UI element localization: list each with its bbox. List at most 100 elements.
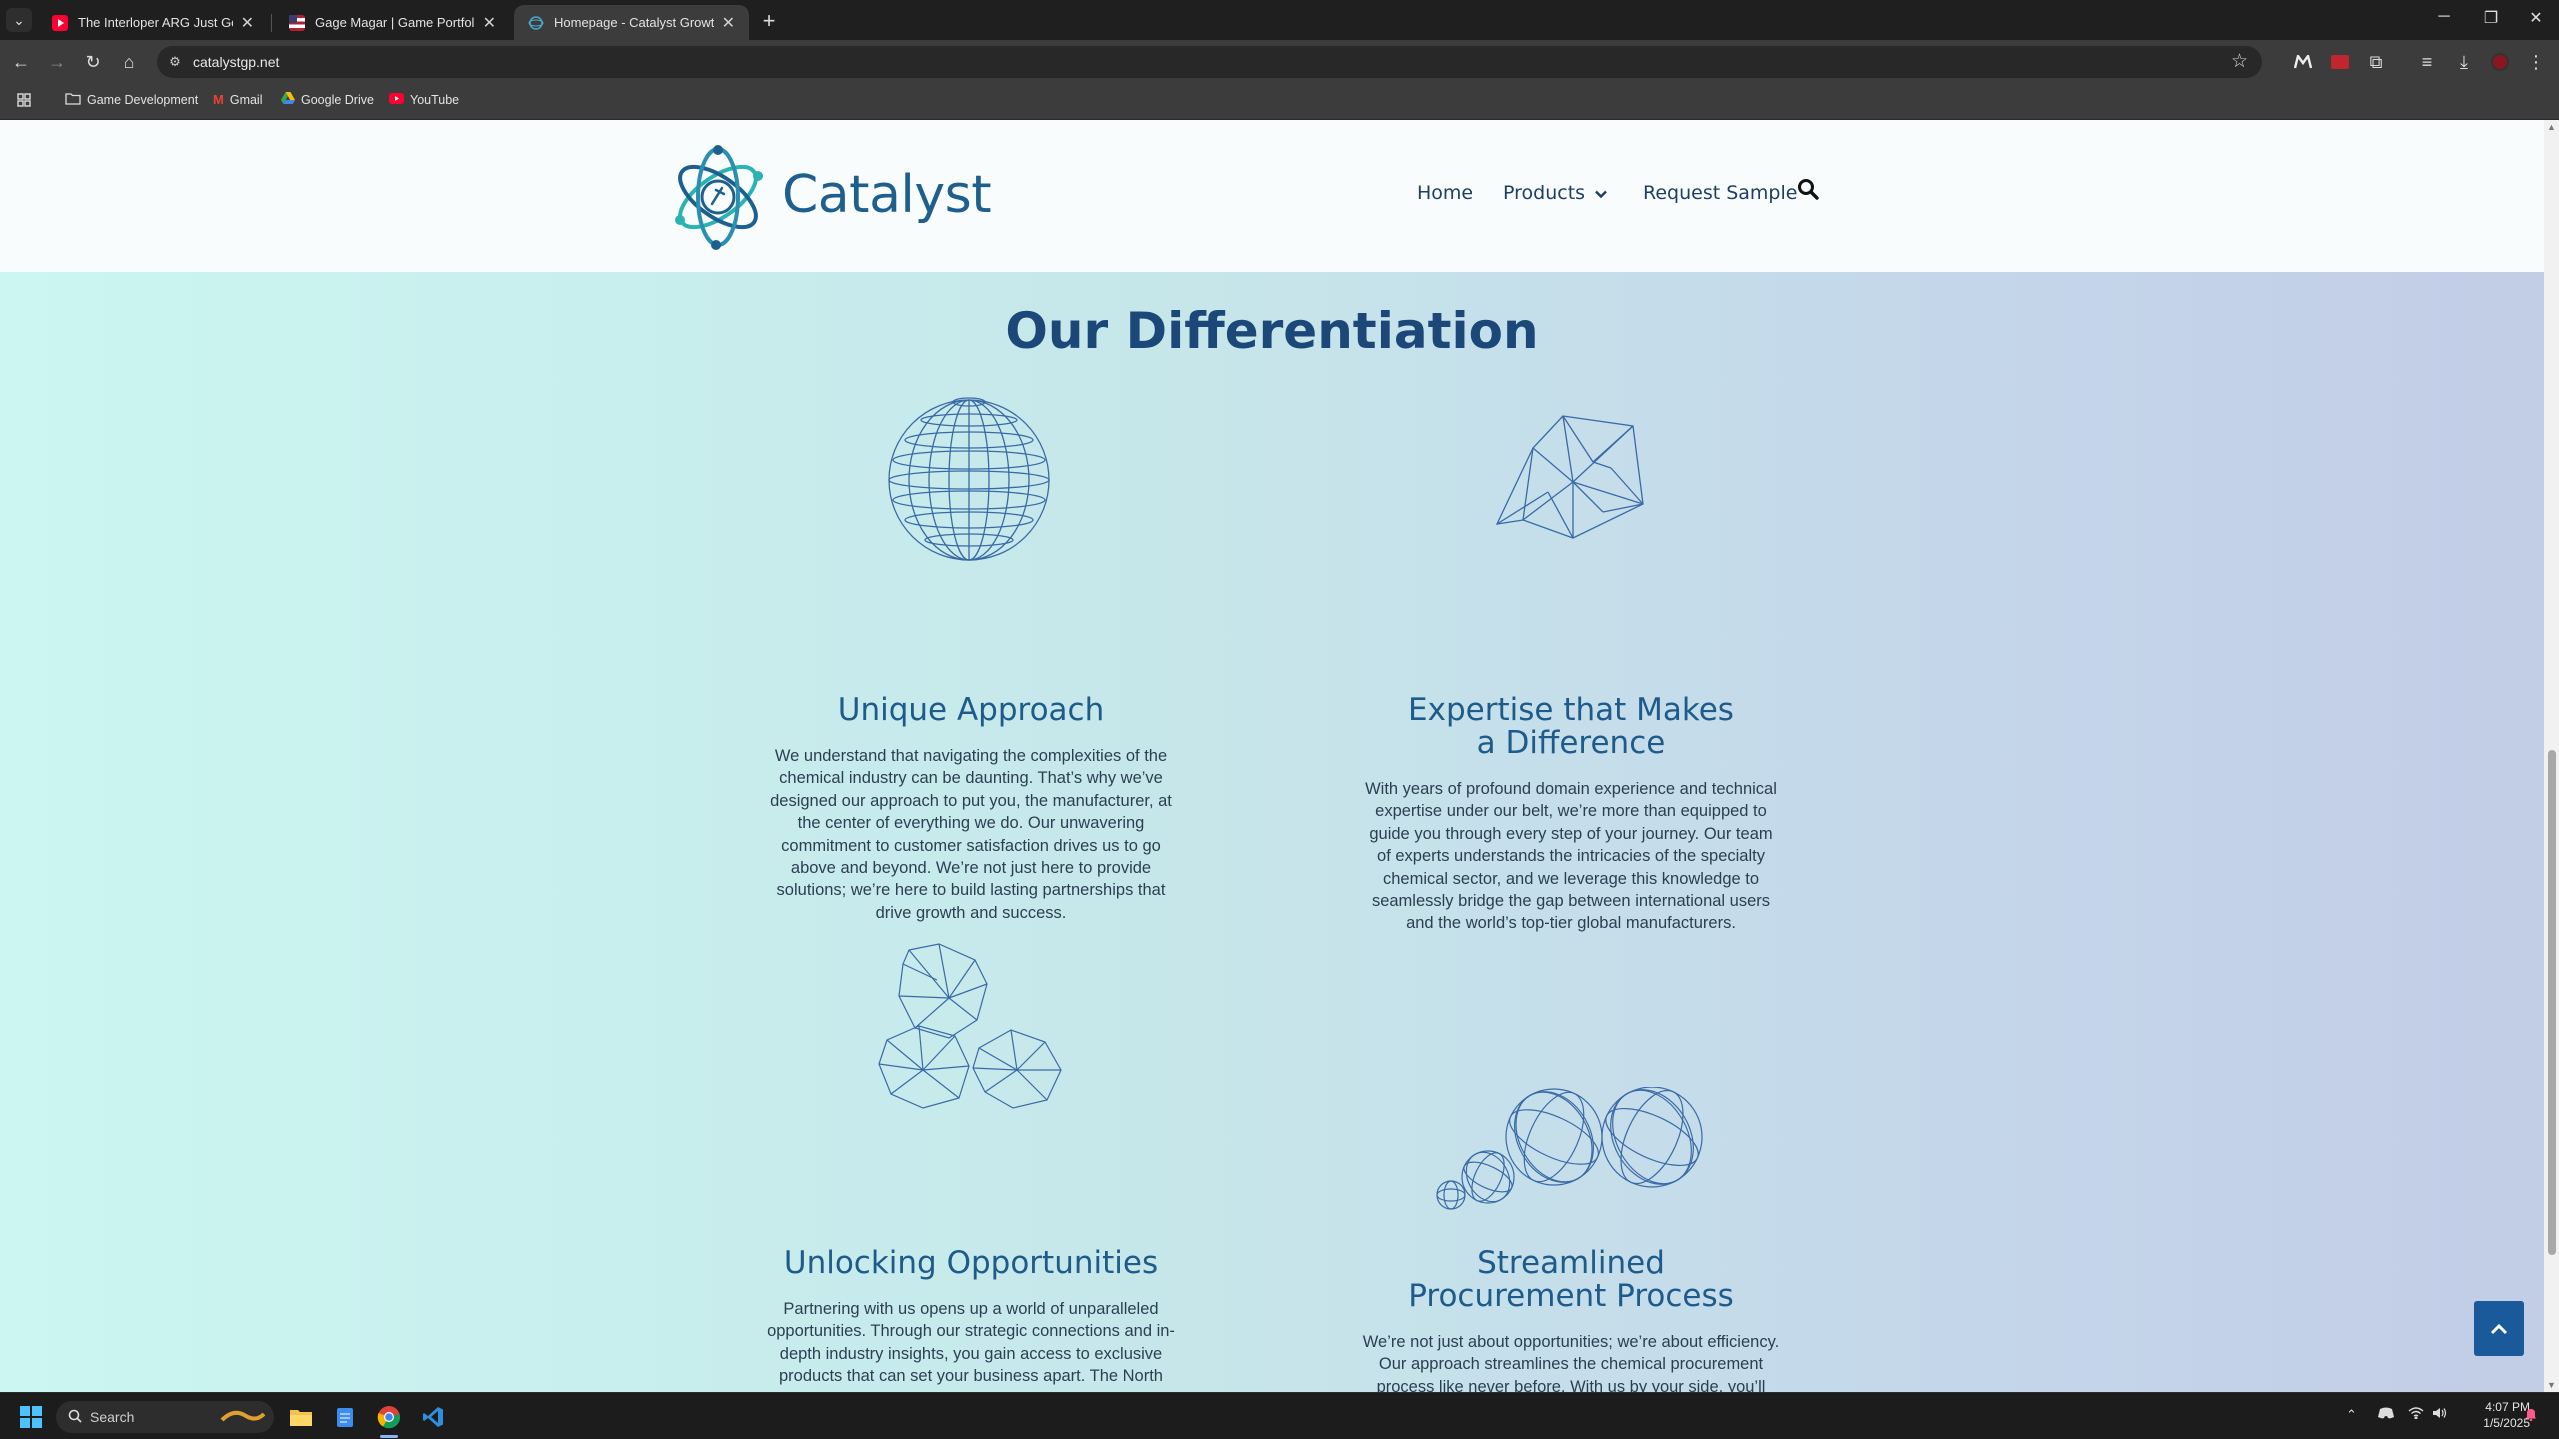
section-title: Our Differentiation [1005, 302, 1539, 360]
wifi-icon[interactable] [2408, 1407, 2424, 1422]
nav-products[interactable]: Products [1503, 182, 1607, 204]
chevron-up-icon[interactable]: ⌃ [2346, 1407, 2357, 1423]
search-highlight-icon [220, 1406, 266, 1429]
minimize-icon[interactable]: ─ [2429, 8, 2459, 26]
bookmark-star-icon[interactable]: ☆ [2231, 50, 2248, 73]
search-icon [68, 1409, 82, 1426]
bookmark-game-development[interactable]: Game Development [65, 92, 198, 108]
feature-unlocking-opportunities: Unlocking Opportunities Partnering with … [761, 1245, 1181, 1393]
apps-grid-icon[interactable] [16, 92, 32, 108]
extension-m-icon[interactable] [2290, 49, 2316, 75]
tab-title: Homepage - Catalyst Growth P [554, 15, 714, 30]
feature-body: Partnering with us opens up a world of u… [767, 1300, 1175, 1392]
feature-body: We understand that navigating the comple… [770, 747, 1172, 922]
page-scrollbar[interactable]: ▲ ▼ [2544, 120, 2559, 1392]
feature-title: Streamlined Procurement Process [1408, 1245, 1734, 1314]
youtube-icon [389, 92, 404, 107]
bookmark-label: Gmail [229, 92, 263, 107]
media-control-icon[interactable]: ≡ [2414, 49, 2440, 75]
feature-body: With years of profound domain experience… [1365, 780, 1777, 933]
menu-kebab-icon[interactable]: ⋮ [2523, 49, 2549, 75]
feature-unique-approach: Unique Approach We understand that navig… [761, 694, 1181, 924]
feature-expertise: Expertise that Makes a Difference With y… [1361, 694, 1781, 935]
back-icon[interactable]: ← [8, 49, 34, 75]
clock-date: 1/5/2025 [2483, 1416, 2530, 1430]
extension-red-icon[interactable] [2327, 49, 2353, 75]
bookmark-gmail[interactable]: M Gmail [213, 92, 263, 107]
reload-icon[interactable]: ↻ [80, 49, 106, 75]
notification-bell-icon[interactable] [2524, 1407, 2538, 1424]
tab-interloper[interactable]: The Interloper ARG Just Got Mo ✕ [38, 5, 268, 40]
tab-separator [271, 14, 272, 32]
close-window-icon[interactable]: ✕ [2521, 8, 2551, 28]
tab-search-button[interactable]: ⌄ [6, 8, 32, 32]
home-icon[interactable]: ⌂ [116, 49, 142, 75]
download-icon[interactable]: ⤓ [2451, 49, 2477, 75]
discord-icon[interactable] [2378, 1407, 2394, 1422]
browser-tab-bar: ⌄ The Interloper ARG Just Got Mo ✕ Gage … [0, 0, 2559, 40]
scrollbar-thumb[interactable] [2548, 750, 2556, 1255]
active-app-indicator [380, 1435, 398, 1438]
tab-title: The Interloper ARG Just Got Mo [78, 15, 233, 30]
windows-taskbar: Search ⌃ 4:07 PM 1/5/2025 [0, 1392, 2559, 1439]
bookmark-youtube[interactable]: YouTube [389, 92, 459, 107]
scroll-down-arrow[interactable]: ▼ [2544, 1380, 2559, 1390]
tab-gage-portfolio[interactable]: Gage Magar | Game Portfolio ✕ [275, 5, 510, 40]
tab-title: Gage Magar | Game Portfolio [315, 15, 475, 30]
catalyst-logo-icon[interactable] [670, 142, 770, 252]
wireframe-polyhedron-icon [1493, 412, 1648, 547]
folder-icon [65, 92, 81, 108]
flag-icon [289, 14, 305, 31]
wireframe-spheres-icon [1436, 1086, 1706, 1216]
back-to-top-button[interactable] [2474, 1301, 2524, 1356]
nav-home[interactable]: Home [1417, 182, 1473, 204]
bookmark-label: Google Drive [301, 92, 374, 107]
differentiation-section: Our Differentiation Unique Approach We u… [0, 272, 2544, 1392]
url-text: catalystgp.net [193, 54, 280, 70]
nav-request-sample[interactable]: Request Sample [1643, 182, 1797, 204]
site-header: Catalyst Home Products Request Sample [0, 120, 2544, 272]
youtube-icon [52, 14, 68, 31]
close-icon[interactable]: ✕ [241, 13, 254, 33]
vscode-icon[interactable] [418, 1402, 448, 1432]
clock-time: 4:07 PM [2485, 1400, 2530, 1414]
taskbar-search[interactable]: Search [56, 1401, 274, 1433]
file-explorer-icon[interactable] [286, 1402, 316, 1432]
browser-toolbar: ← → ↻ ⌂ ⚙ catalystgp.net ☆ ⧉ ≡ ⤓ ⋮ [0, 40, 2559, 84]
volume-icon[interactable] [2432, 1407, 2448, 1422]
feature-title: Expertise that Makes a Difference [1408, 692, 1734, 761]
extensions-puzzle-icon[interactable]: ⧉ [2363, 49, 2389, 75]
page-viewport: Catalyst Home Products Request Sample Ou… [0, 120, 2544, 1392]
system-clock[interactable]: 4:07 PM 1/5/2025 [2460, 1399, 2530, 1431]
new-tab-button[interactable]: + [757, 8, 781, 34]
site-info-icon[interactable]: ⚙ [165, 52, 185, 72]
chrome-icon[interactable] [374, 1402, 404, 1432]
bookmark-google-drive[interactable]: Google Drive [281, 92, 374, 107]
close-icon[interactable]: ✕ [483, 13, 496, 33]
gmail-icon: M [213, 92, 224, 107]
chevron-up-icon [2490, 1323, 2508, 1334]
bookmark-label: Game Development [87, 93, 199, 107]
feature-streamlined-procurement: Streamlined Procurement Process We’re no… [1361, 1245, 1781, 1393]
feature-title: Unlocking Opportunities [783, 1245, 1159, 1281]
windows-start-icon[interactable] [16, 1402, 46, 1432]
drive-icon [281, 92, 295, 107]
bookmark-label: YouTube [410, 92, 460, 107]
wireframe-sphere-icon [886, 388, 1052, 568]
scroll-up-arrow[interactable]: ▲ [2544, 122, 2559, 132]
catalyst-icon [528, 15, 544, 31]
logo-wordmark[interactable]: Catalyst [782, 165, 992, 225]
search-icon[interactable] [1797, 178, 1821, 202]
address-bar[interactable]: ⚙ catalystgp.net ☆ [157, 46, 2262, 78]
taskbar-search-label: Search [90, 1409, 135, 1425]
bookmarks-bar: Game Development M Gmail Google Drive Yo… [0, 84, 2559, 120]
chevron-down-icon [1595, 187, 1607, 203]
forward-icon[interactable]: → [44, 49, 70, 75]
close-icon[interactable]: ✕ [722, 13, 735, 33]
tab-catalyst-homepage[interactable]: Homepage - Catalyst Growth P ✕ [514, 5, 749, 40]
feature-body: We’re not just about opportunities; we’r… [1362, 1333, 1780, 1392]
profile-avatar[interactable] [2487, 49, 2513, 75]
nav-products-label: Products [1503, 182, 1586, 204]
notepad-icon[interactable] [330, 1402, 360, 1432]
restore-icon[interactable]: ❐ [2476, 8, 2506, 28]
